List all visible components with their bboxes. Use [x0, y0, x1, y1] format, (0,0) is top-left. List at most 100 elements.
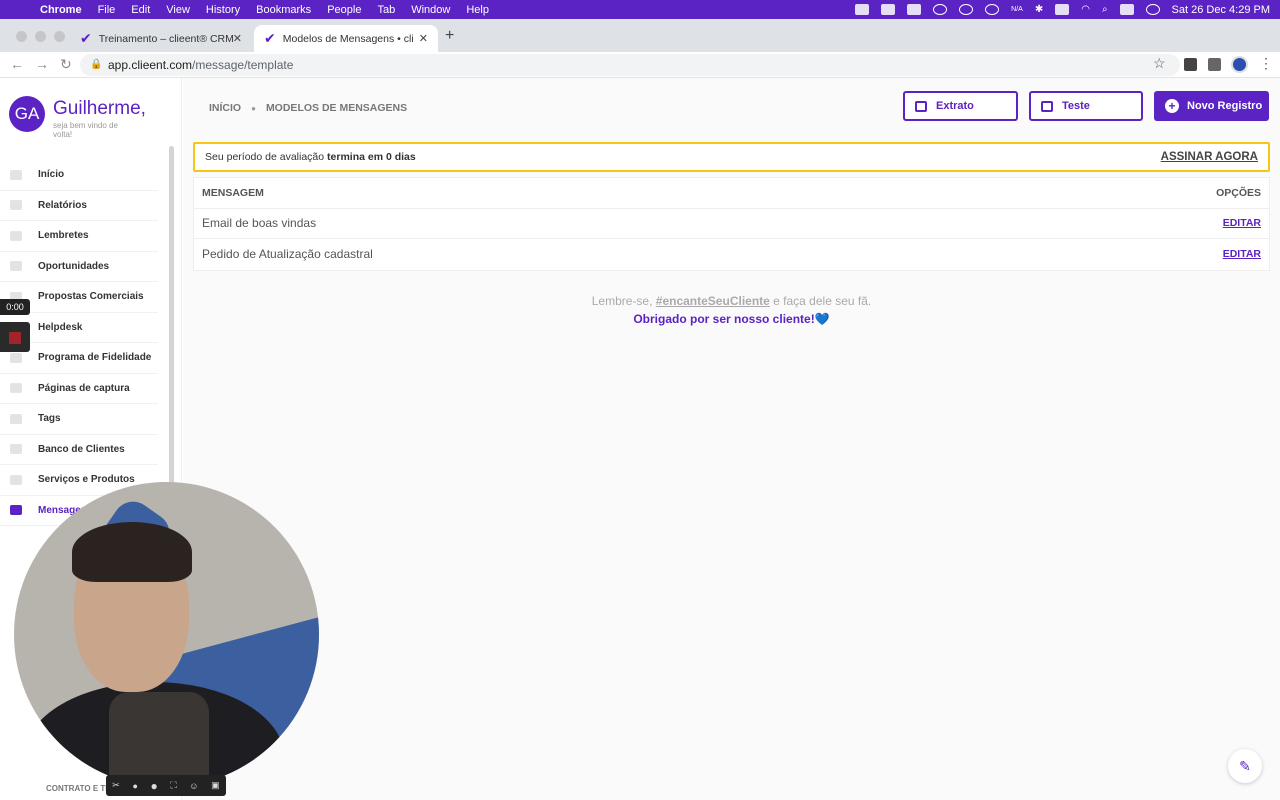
menu-app-name[interactable]: Chrome	[40, 4, 82, 16]
menu-people[interactable]: People	[327, 4, 361, 16]
cloud-icon[interactable]	[933, 4, 948, 15]
menu-status-area: N/A ✱ ◠ ⌕ Sat 26 Dec 4:29 PM	[855, 0, 1270, 19]
note-after: e faça dele seu fã.	[769, 294, 872, 308]
sidebar-item-label: Tags	[38, 413, 61, 425]
sidebar-item-tags[interactable]: Tags	[0, 404, 158, 435]
small-dot-icon[interactable]: ●	[132, 781, 137, 791]
thanks-text: Obrigado por ser nosso cliente!	[633, 312, 815, 326]
menu-help[interactable]: Help	[466, 4, 489, 16]
large-dot-icon[interactable]: ●	[151, 779, 158, 793]
breadcrumb-home[interactable]: INÍCIO	[209, 102, 241, 114]
favicon-check-icon: ✔	[264, 30, 276, 47]
edit-link[interactable]: EDITAR	[1223, 248, 1261, 260]
sidebar-item-label: Páginas de captura	[38, 382, 130, 394]
tab-treinamento[interactable]: ✔ Treinamento – clieent® CRM ✕	[70, 25, 252, 52]
cursor-icon[interactable]: ✂	[112, 780, 120, 791]
sidebar-item-relatorios[interactable]: Relatórios	[0, 191, 158, 221]
sidebar-item-label: Programa de Fidelidade	[38, 352, 152, 364]
close-tab-icon[interactable]: ✕	[419, 32, 428, 45]
address-bar-row: ← → ↻ 🔒 app.clieent.com/message/template…	[0, 52, 1280, 78]
menu-file[interactable]: File	[98, 4, 116, 16]
screen-icon[interactable]	[855, 4, 870, 15]
browser-tab-strip: ✔ Treinamento – clieent® CRM ✕ ✔ Modelos…	[0, 19, 1280, 52]
avatar[interactable]: GA	[9, 96, 45, 132]
chart-icon	[10, 169, 22, 180]
menu-history[interactable]: History	[206, 4, 240, 16]
wifi-icon[interactable]: ◠	[1081, 4, 1090, 15]
sidebar-item-paginas-captura[interactable]: Páginas de captura	[0, 374, 158, 404]
report-icon	[10, 200, 22, 211]
webcam-bubble[interactable]	[14, 482, 319, 787]
extrato-button[interactable]: Extrato	[903, 91, 1018, 121]
greeting-subtext: seja bem vindo de volta!	[53, 121, 118, 139]
url-field[interactable]: 🔒 app.clieent.com/message/template	[80, 54, 1180, 76]
trial-days: termina em 0 dias	[327, 151, 416, 163]
siri-icon[interactable]	[1145, 4, 1160, 15]
sidebar-item-label: Helpdesk	[38, 321, 83, 333]
magic-wand-button[interactable]: ✎	[1228, 749, 1262, 783]
battery-icon[interactable]	[1055, 4, 1070, 15]
sidebar-item-oportunidades[interactable]: Oportunidades	[0, 252, 158, 282]
stop-recording-button[interactable]	[0, 322, 30, 352]
edit-link[interactable]: EDITAR	[1223, 217, 1261, 229]
microphone	[109, 692, 209, 787]
tab-modelos-mensagens[interactable]: ✔ Modelos de Mensagens • cliee ✕	[254, 25, 438, 52]
status-icon[interactable]	[985, 4, 1000, 15]
menu-edit[interactable]: Edit	[131, 4, 150, 16]
sidebar-item-label: Lembretes	[38, 230, 89, 242]
new-tab-button[interactable]: +	[445, 27, 454, 45]
reload-icon[interactable]: ↻	[60, 56, 72, 73]
sidebar-item-label: Oportunidades	[38, 260, 110, 272]
close-tab-icon[interactable]: ✕	[233, 32, 242, 45]
profile-avatar[interactable]	[1231, 56, 1248, 73]
trial-text: Seu período de avaliação	[205, 151, 328, 163]
bookmark-star-icon[interactable]: ☆	[1153, 55, 1166, 72]
clock[interactable]: Sat 26 Dec 4:29 PM	[1172, 4, 1270, 16]
menu-bookmarks[interactable]: Bookmarks	[256, 4, 311, 16]
more-menu-icon[interactable]: ⋮	[1259, 55, 1273, 72]
teste-label: Teste	[1062, 100, 1090, 112]
zoom-window-button[interactable]	[54, 31, 65, 42]
puzzle-icon[interactable]	[1208, 58, 1221, 71]
gear-icon[interactable]	[959, 4, 974, 15]
stop-icon	[9, 332, 21, 344]
gift-icon[interactable]: ▣	[211, 780, 220, 791]
close-window-button[interactable]	[16, 31, 27, 42]
heart-icon: 💙	[814, 312, 830, 326]
url-path: /message/template	[192, 58, 294, 72]
teste-button[interactable]: Teste	[1029, 91, 1143, 121]
menu-view[interactable]: View	[166, 4, 190, 16]
display-icon[interactable]	[881, 4, 896, 15]
hashtag-link[interactable]: #encanteSeuCliente	[656, 294, 770, 308]
forward-icon[interactable]: →	[35, 56, 49, 72]
sidebar-item-lembretes[interactable]: Lembretes	[0, 221, 158, 252]
sidebar-item-banco-clientes[interactable]: Banco de Clientes	[0, 435, 158, 465]
bluetooth-icon[interactable]: ✱	[1035, 4, 1043, 15]
extension-icon[interactable]	[1184, 58, 1197, 71]
thermometer-icon	[10, 261, 22, 272]
person-icon[interactable]: ☺	[189, 781, 198, 791]
subscribe-link[interactable]: ASSINAR AGORA	[1161, 144, 1258, 170]
tab-title: Modelos de Mensagens • cliee	[282, 32, 413, 45]
tab-title: Treinamento – clieent® CRM	[98, 32, 234, 45]
box-icon	[10, 474, 22, 485]
sidebar-item-label: Início	[38, 169, 65, 181]
status-na: N/A	[1011, 6, 1023, 13]
novo-registro-button[interactable]: + Novo Registro	[1154, 91, 1269, 121]
column-header-options: OPÇÕES	[1216, 186, 1261, 199]
templates-table: MENSAGEM OPÇÕES Email de boas vindas EDI…	[193, 177, 1270, 271]
control-center-icon[interactable]	[1119, 4, 1134, 15]
sidebar-item-label: Relatórios	[38, 199, 87, 211]
template-name: Pedido de Atualização cadastral	[202, 247, 373, 262]
back-icon[interactable]: ←	[10, 56, 24, 72]
search-icon[interactable]: ⌕	[1102, 4, 1108, 15]
menu-tab[interactable]: Tab	[377, 4, 395, 16]
fullscreen-icon[interactable]: ⛶	[170, 780, 176, 791]
app-icon[interactable]	[907, 4, 922, 15]
mac-menu-bar: Chrome File Edit View History Bookmarks …	[0, 0, 1280, 19]
sidebar-scrollbar[interactable]	[169, 146, 174, 486]
sidebar-item-inicio[interactable]: Início	[0, 160, 158, 191]
minimize-window-button[interactable]	[35, 31, 46, 42]
menu-window[interactable]: Window	[411, 4, 450, 16]
table-row: Pedido de Atualização cadastral EDITAR	[194, 239, 1269, 270]
